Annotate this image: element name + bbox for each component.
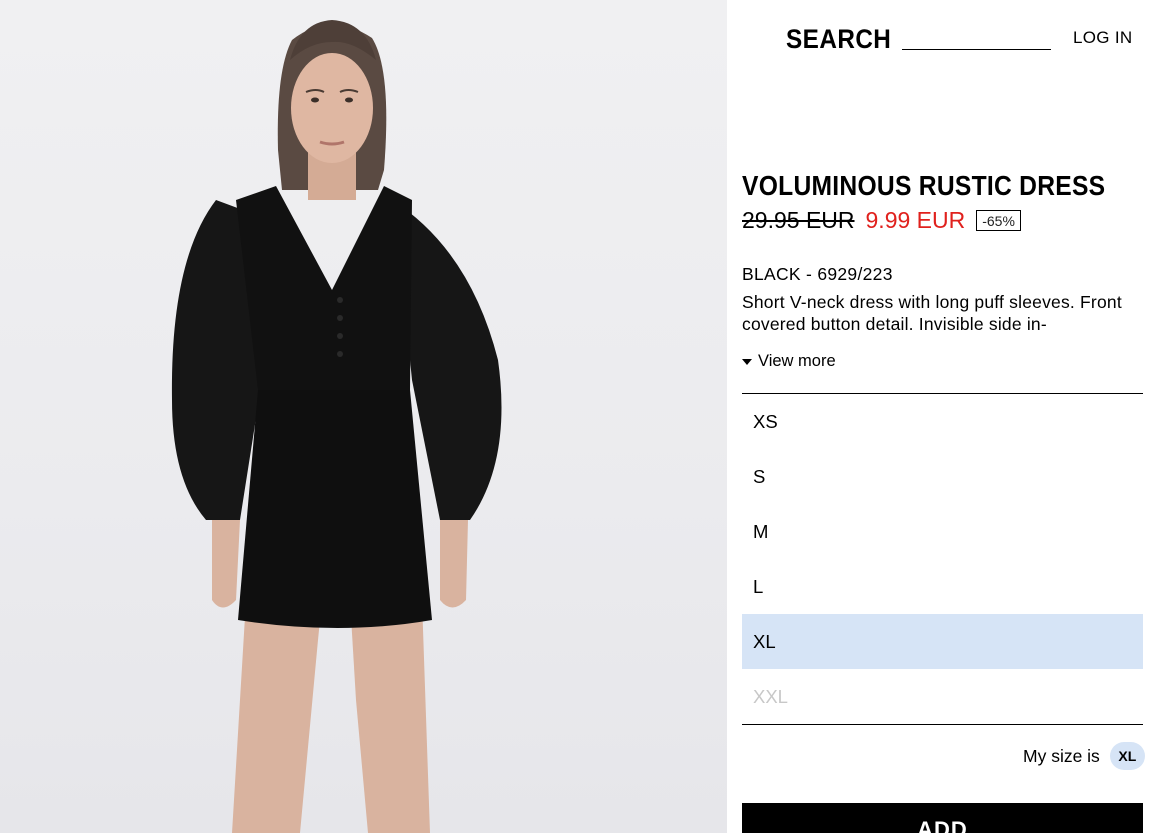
product-description: Short V-neck dress with long puff sleeve… <box>742 292 1122 334</box>
size-option-m[interactable]: M <box>742 504 1143 559</box>
my-size-recommendation: My size is XL <box>1023 742 1145 770</box>
search-label[interactable]: SEARCH <box>786 24 891 55</box>
my-size-badge[interactable]: XL <box>1109 742 1145 770</box>
discount-badge: -65% <box>976 210 1021 231</box>
price-row: 29.95 EUR 9.99 EUR -65% <box>742 207 1021 234</box>
size-option-xxl[interactable]: XXL <box>742 669 1143 724</box>
size-selector: XS S M L XL XXL <box>742 393 1143 725</box>
product-title: VOLUMINOUS RUSTIC DRESS <box>742 170 1106 201</box>
caret-down-icon <box>742 359 752 365</box>
search-input[interactable] <box>902 28 1051 50</box>
view-more-label: View more <box>758 352 836 370</box>
sale-price: 9.99 EUR <box>865 207 966 233</box>
model-in-dress-illustration <box>171 20 502 833</box>
color-reference: BLACK - 6929/223 <box>742 264 893 284</box>
product-image <box>0 0 727 833</box>
my-size-label: My size is <box>1023 745 1100 766</box>
size-option-l[interactable]: L <box>742 559 1143 614</box>
product-panel: SEARCH LOG IN VOLUMINOUS RUSTIC DRESS 29… <box>727 0 1149 833</box>
size-option-xl[interactable]: XL <box>742 614 1143 669</box>
size-option-xs[interactable]: XS <box>742 394 1143 449</box>
original-price: 29.95 EUR <box>742 207 855 233</box>
login-link[interactable]: LOG IN <box>1073 28 1132 48</box>
size-option-s[interactable]: S <box>742 449 1143 504</box>
view-more-link[interactable]: View more <box>742 352 836 371</box>
add-to-cart-button[interactable]: ADD <box>742 803 1143 833</box>
